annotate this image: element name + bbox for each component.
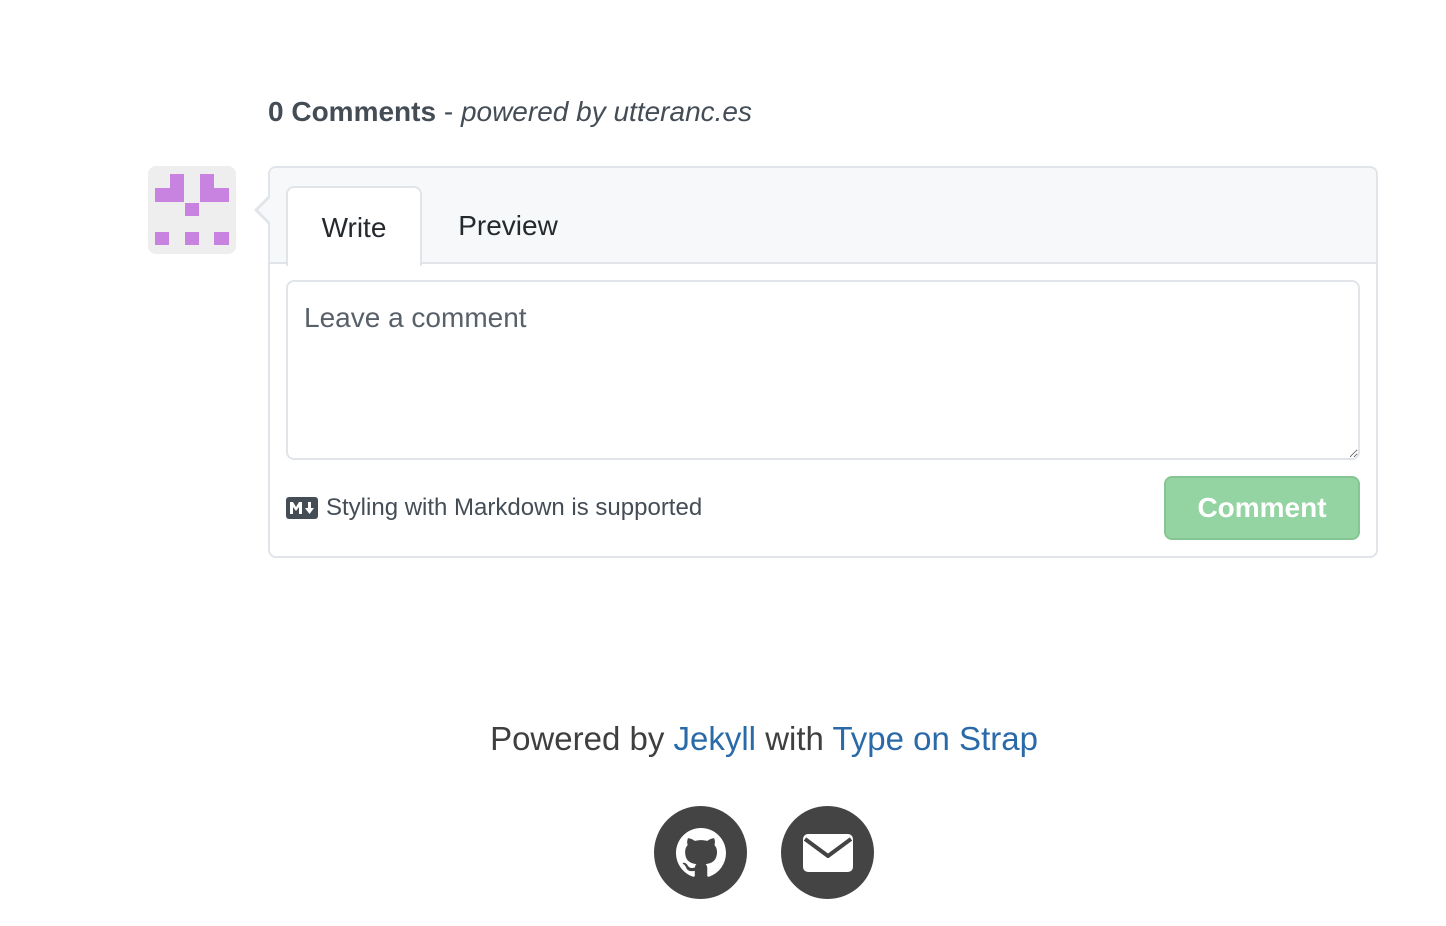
email-button[interactable]	[781, 806, 874, 899]
comment-submit-button[interactable]: Comment	[1164, 476, 1360, 540]
footer-joiner: with	[765, 720, 824, 757]
avatar	[148, 166, 236, 254]
identicon-image	[155, 174, 229, 245]
footer-prefix: Powered by	[490, 720, 665, 757]
editor-tab-bar: Write Preview	[270, 168, 1376, 266]
powered-by-utterances: powered by utteranc.es	[460, 96, 752, 127]
markdown-note-label: Styling with Markdown is supported	[326, 494, 703, 521]
speech-arrow-fill	[258, 198, 270, 222]
tab-write[interactable]: Write	[286, 186, 422, 266]
comment-textarea[interactable]	[286, 280, 1360, 460]
tab-preview[interactable]: Preview	[440, 186, 576, 266]
github-button[interactable]	[654, 806, 747, 899]
header-separator: -	[436, 96, 461, 127]
envelope-icon	[802, 833, 853, 872]
jekyll-link[interactable]: Jekyll	[674, 720, 757, 757]
github-icon	[675, 827, 726, 877]
comment-count: 0 Comments	[268, 96, 437, 127]
type-on-strap-link[interactable]: Type on Strap	[832, 720, 1037, 757]
footer-powered-by: Powered by Jekyll with Type on Strap	[0, 720, 1446, 758]
markdown-icon	[286, 497, 318, 519]
markdown-note[interactable]: Styling with Markdown is supported	[286, 494, 702, 522]
comments-header: 0 Comments - powered by utteranc.es	[268, 96, 752, 128]
comment-form: Write Preview Styling with Markdown is s…	[254, 166, 1378, 558]
social-links	[0, 806, 1446, 899]
